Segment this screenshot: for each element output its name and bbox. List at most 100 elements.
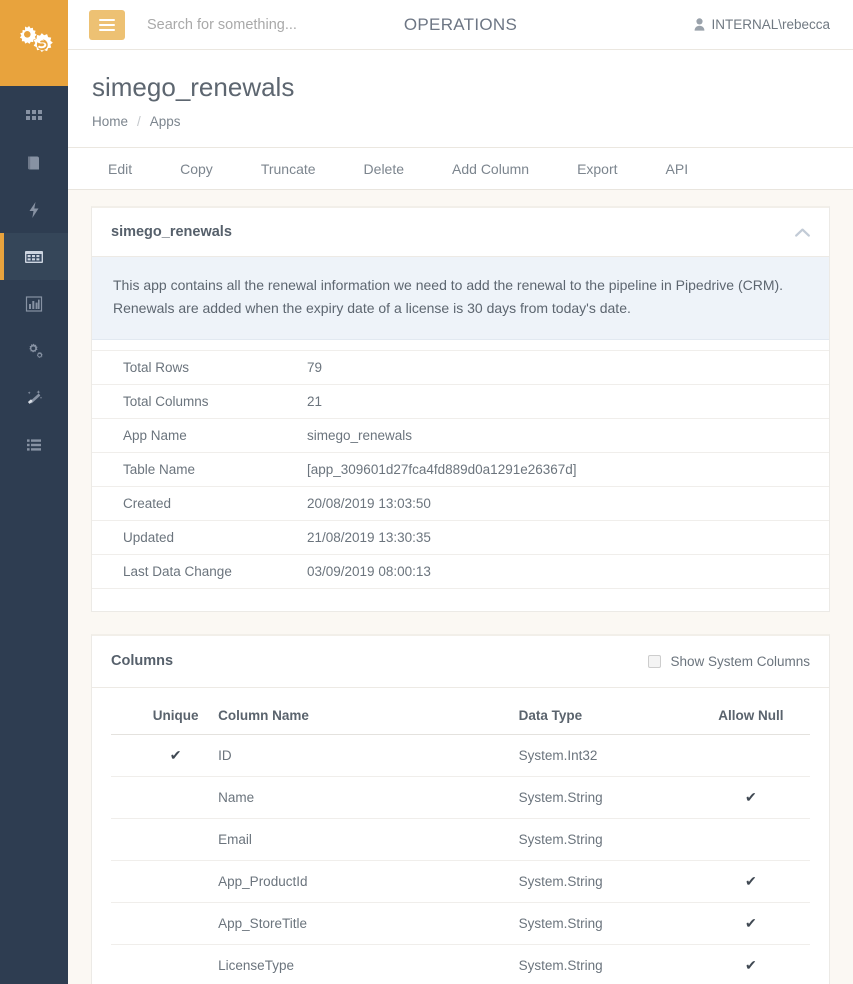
app-info-panel-header: simego_renewals xyxy=(92,208,829,258)
cell-data-type: System.Int32 xyxy=(518,734,692,777)
cell-column-name: Name xyxy=(218,776,519,819)
brand-logo[interactable] xyxy=(0,0,68,86)
grid-apps-icon xyxy=(26,109,42,120)
user-name: INTERNAL\rebecca xyxy=(711,17,830,32)
page-header: simego_renewals Home / Apps xyxy=(68,50,853,149)
check-icon: ✔ xyxy=(745,956,757,973)
breadcrumb-item-apps[interactable]: Apps xyxy=(150,114,181,129)
book-icon xyxy=(28,156,39,169)
cell-column-name: LicenseType xyxy=(218,944,519,984)
meta-key: Last Data Change xyxy=(123,563,232,579)
columns-panel-header: Columns Show System Columns xyxy=(92,636,829,688)
columns-panel-title: Columns xyxy=(111,653,174,670)
check-icon: ✔ xyxy=(745,872,757,889)
content-region: simego_renewals This app contains all th… xyxy=(68,190,853,984)
sidebar-item-reports[interactable] xyxy=(0,280,68,327)
action-export[interactable]: Export xyxy=(553,161,641,177)
cell-unique xyxy=(111,776,219,819)
sidebar-item-automation[interactable] xyxy=(0,186,68,233)
cell-data-type: System.String xyxy=(518,944,692,984)
header-data-type: Data Type xyxy=(518,697,692,735)
columns-panel: Columns Show System Columns Unique Colum… xyxy=(91,633,830,984)
breadcrumb-item-home[interactable]: Home xyxy=(92,114,128,129)
action-api[interactable]: API xyxy=(642,161,713,177)
check-icon: ✔ xyxy=(169,746,182,763)
table-row: Table Name [app_309601d27fca4fd889d0a129… xyxy=(92,452,829,487)
show-system-columns-toggle[interactable]: Show System Columns xyxy=(648,654,810,669)
list-icon xyxy=(27,438,41,451)
cell-data-type: System.String xyxy=(518,902,692,945)
app-info-panel: simego_renewals This app contains all th… xyxy=(91,206,830,612)
topbar: OPERATIONS INTERNAL\rebecca xyxy=(68,0,853,50)
columns-table-header-row: Unique Column Name Data Type Allow Null xyxy=(111,697,810,735)
meta-key: Created xyxy=(123,495,172,511)
table-row: Total Rows 79 xyxy=(92,350,829,385)
search-input[interactable] xyxy=(147,16,377,33)
meta-value: simego_renewals xyxy=(307,427,413,443)
cell-allow-null: ✔ xyxy=(691,860,810,903)
action-delete[interactable]: Delete xyxy=(340,161,428,177)
meta-value: 21/08/2019 13:30:35 xyxy=(307,529,431,545)
menu-toggle-button[interactable] xyxy=(89,9,125,40)
meta-key: Updated xyxy=(123,529,175,545)
action-truncate[interactable]: Truncate xyxy=(237,161,340,177)
user-menu[interactable]: INTERNAL\rebecca xyxy=(694,17,830,32)
app-metadata-table: Total Rows 79 Total Columns 21 App Name … xyxy=(92,350,829,589)
lightning-icon xyxy=(29,201,39,218)
show-system-columns-checkbox[interactable] xyxy=(648,654,662,668)
cell-allow-null xyxy=(691,734,810,777)
table-row[interactable]: Name System.String ✔ xyxy=(111,776,810,819)
table-row[interactable]: Email System.String xyxy=(111,818,810,861)
table-icon xyxy=(25,250,43,263)
cell-column-name: Email xyxy=(218,818,519,861)
meta-value: 21 xyxy=(307,393,323,409)
magic-wand-icon xyxy=(27,389,43,404)
sidebar-item-tools[interactable] xyxy=(0,374,68,421)
cell-data-type: System.String xyxy=(518,860,692,903)
table-row[interactable]: LicenseType System.String ✔ xyxy=(111,944,810,984)
action-copy[interactable]: Copy xyxy=(156,161,237,177)
table-row[interactable]: App_ProductId System.String ✔ xyxy=(111,860,810,903)
bar-chart-icon xyxy=(25,295,43,312)
table-row: Last Data Change 03/09/2019 08:00:13 xyxy=(92,554,829,589)
app-root: OPERATIONS INTERNAL\rebecca simego_renew… xyxy=(0,0,853,984)
app-info-panel-title: simego_renewals xyxy=(111,224,232,241)
action-edit[interactable]: Edit xyxy=(92,161,156,177)
main-area: OPERATIONS INTERNAL\rebecca simego_renew… xyxy=(68,0,853,984)
table-row: Total Columns 21 xyxy=(92,384,829,419)
gears-icon xyxy=(29,343,43,358)
cell-unique: ✔ xyxy=(111,734,219,777)
action-add-column[interactable]: Add Column xyxy=(428,161,553,177)
hamburger-icon xyxy=(99,23,115,26)
table-row[interactable]: ✔ ID System.Int32 xyxy=(111,734,810,777)
sidebar-item-settings[interactable] xyxy=(0,327,68,374)
simego-gear-logo xyxy=(19,26,53,53)
cell-data-type: System.String xyxy=(518,818,692,861)
hamburger-icon xyxy=(99,18,115,21)
sidebar-item-data[interactable] xyxy=(0,233,68,280)
meta-value: 20/08/2019 13:03:50 xyxy=(307,495,431,511)
table-row[interactable]: App_StoreTitle System.String ✔ xyxy=(111,902,810,945)
cell-allow-null: ✔ xyxy=(691,902,810,945)
action-toolbar: Edit Copy Truncate Delete Add Column Exp… xyxy=(68,148,853,191)
columns-table: Unique Column Name Data Type Allow Null … xyxy=(111,697,810,984)
page-title: simego_renewals xyxy=(92,72,295,102)
collapse-panel-button[interactable] xyxy=(795,228,810,237)
columns-table-body: ✔ ID System.Int32 Name System.String ✔ Email Sy… xyxy=(111,734,810,984)
sidebar-item-library[interactable] xyxy=(0,139,68,186)
user-icon xyxy=(695,18,705,31)
app-description: This app contains all the renewal inform… xyxy=(92,257,829,340)
meta-value: [app_309601d27fca4fd889d0a1291e26367d] xyxy=(307,461,577,477)
table-row: Updated 21/08/2019 13:30:35 xyxy=(92,520,829,555)
meta-value: 79 xyxy=(307,359,323,375)
sidebar-item-apps[interactable] xyxy=(0,92,68,139)
cell-allow-null xyxy=(691,818,810,861)
cell-allow-null: ✔ xyxy=(691,944,810,984)
table-row: App Name simego_renewals xyxy=(92,418,829,453)
header-allow-null: Allow Null xyxy=(691,697,810,735)
cell-unique xyxy=(111,902,219,945)
meta-key: App Name xyxy=(123,427,187,443)
sidebar-item-logs[interactable] xyxy=(0,421,68,468)
meta-value: 03/09/2019 08:00:13 xyxy=(307,563,431,579)
cell-unique xyxy=(111,860,219,903)
